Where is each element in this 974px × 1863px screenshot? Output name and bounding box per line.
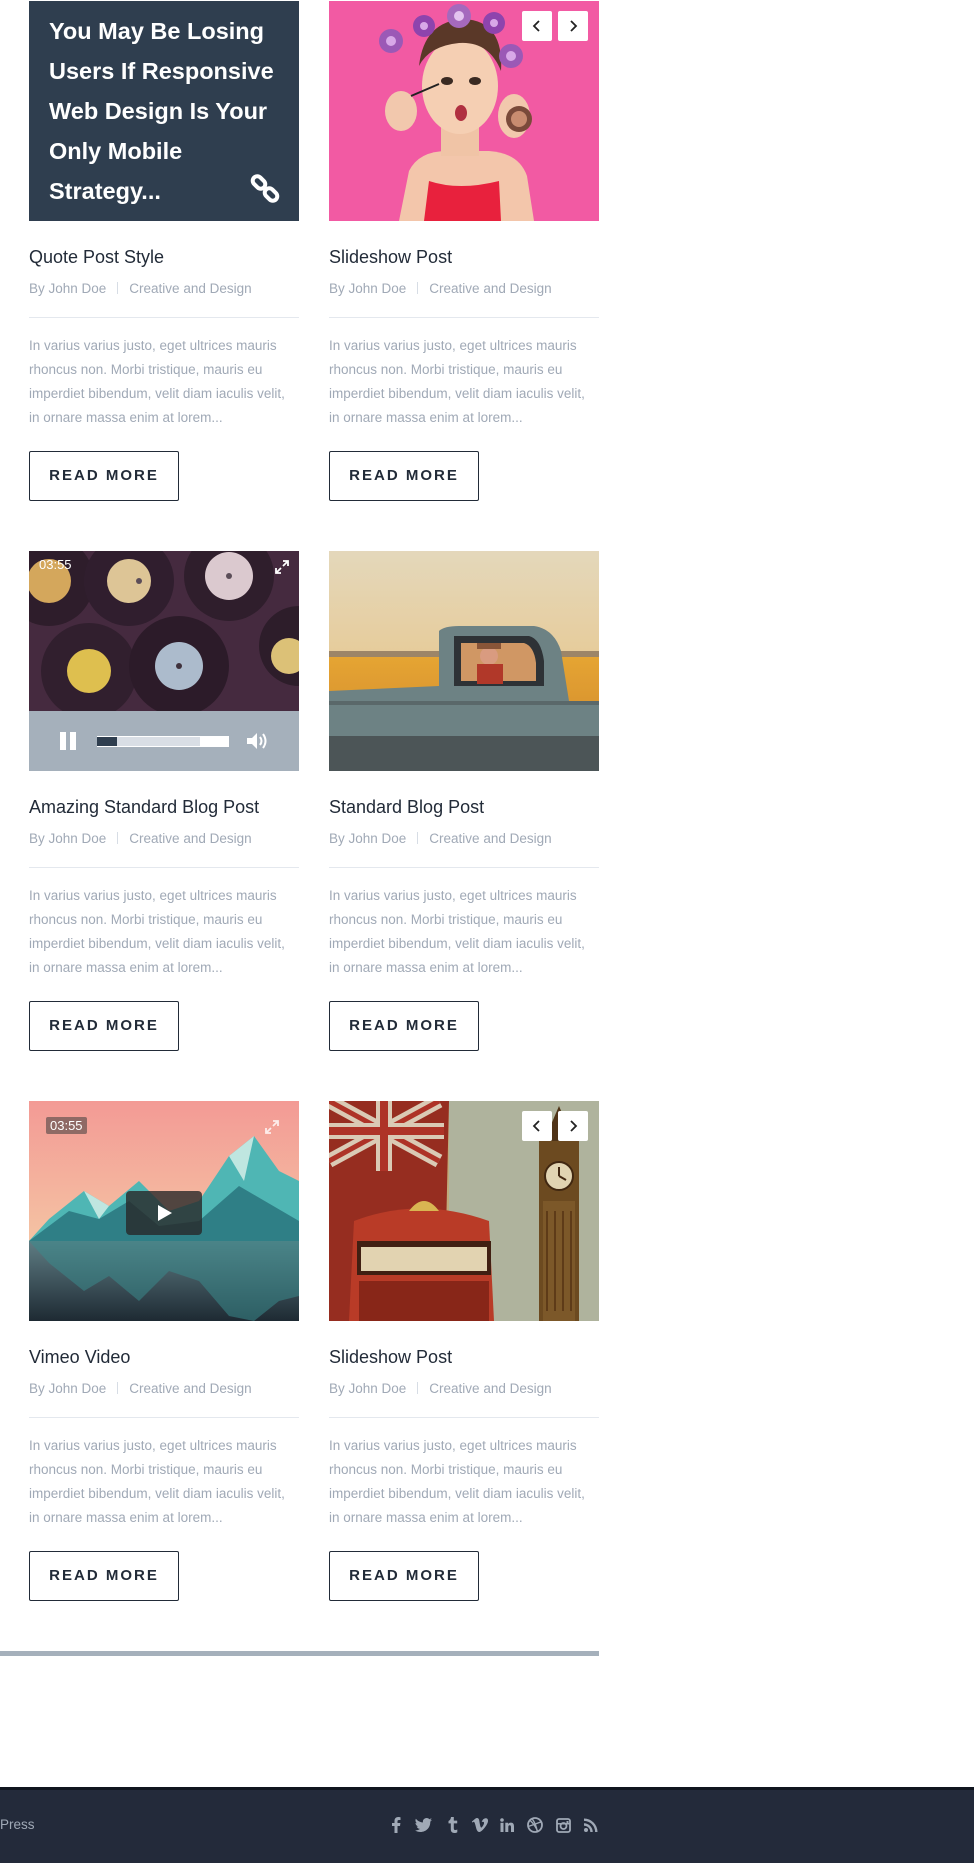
read-more-button[interactable]: READ MORE (329, 451, 479, 501)
read-more-button[interactable]: READ MORE (29, 1551, 179, 1601)
post-title[interactable]: Standard Blog Post (329, 797, 484, 818)
meta-separator (117, 832, 119, 844)
vinyl-records-image (29, 551, 299, 719)
post-title[interactable]: Amazing Standard Blog Post (29, 797, 259, 818)
divider (29, 1417, 299, 1418)
post-video[interactable]: 03:55 (29, 1101, 299, 1321)
divider (329, 317, 599, 318)
post-image-london[interactable] (329, 1101, 599, 1321)
post-category[interactable]: Creative and Design (129, 831, 251, 846)
content-bottom-rule (0, 1651, 599, 1656)
chevron-left-icon (532, 20, 540, 32)
linkedin-icon[interactable] (497, 1815, 517, 1835)
post-meta: By John Doe Creative and Design (329, 281, 552, 296)
read-more-button[interactable]: READ MORE (329, 1551, 479, 1601)
post-author[interactable]: By John Doe (329, 1381, 406, 1396)
post-category[interactable]: Creative and Design (129, 281, 251, 296)
facebook-icon[interactable] (386, 1815, 406, 1835)
twitter-icon[interactable] (413, 1815, 433, 1835)
chevron-right-icon (570, 20, 578, 32)
post-author[interactable]: By John Doe (29, 831, 106, 846)
fullscreen-icon[interactable] (264, 1119, 280, 1135)
progress-bar[interactable] (97, 736, 229, 747)
media-controls (29, 711, 299, 771)
rss-icon[interactable] (581, 1815, 601, 1835)
chevron-right-icon (570, 1120, 578, 1132)
footer-credit[interactable]: Press (0, 1817, 35, 1832)
divider (29, 867, 299, 868)
post-meta: By John Doe Creative and Design (29, 831, 252, 846)
slideshow-prev-button[interactable] (522, 11, 552, 41)
post-meta: By John Doe Creative and Design (29, 1381, 252, 1396)
read-more-button[interactable]: READ MORE (29, 451, 179, 501)
post-meta: By John Doe Creative and Design (329, 1381, 552, 1396)
play-button[interactable] (126, 1191, 202, 1235)
post-title[interactable]: Vimeo Video (29, 1347, 130, 1368)
pause-icon[interactable] (59, 732, 77, 750)
post-excerpt: In varius varius justo, eget ultrices ma… (29, 1438, 285, 1525)
post-category[interactable]: Creative and Design (429, 831, 551, 846)
post-title[interactable]: Slideshow Post (329, 247, 452, 268)
play-icon (158, 1205, 172, 1221)
post-title[interactable]: Slideshow Post (329, 1347, 452, 1368)
tumblr-icon[interactable] (442, 1815, 462, 1835)
vintage-truck-image (329, 551, 599, 771)
read-more-button[interactable]: READ MORE (329, 1001, 479, 1051)
post-meta: By John Doe Creative and Design (29, 281, 252, 296)
video-time: 03:55 (46, 1117, 87, 1134)
post-author[interactable]: By John Doe (329, 831, 406, 846)
slideshow-next-button[interactable] (558, 11, 588, 41)
post-meta: By John Doe Creative and Design (329, 831, 552, 846)
post-image-woman-makeup[interactable] (329, 1, 599, 221)
post-excerpt: In varius varius justo, eget ultrices ma… (329, 338, 585, 425)
meta-separator (117, 1382, 119, 1394)
post-excerpt: In varius varius justo, eget ultrices ma… (29, 338, 285, 425)
vimeo-icon[interactable] (470, 1815, 490, 1835)
quote-media[interactable]: You May Be Losing Users If Responsive We… (29, 1, 299, 221)
post-media-player[interactable]: 03:55 (29, 551, 299, 771)
meta-separator (417, 832, 419, 844)
meta-separator (417, 1382, 419, 1394)
slideshow-next-button[interactable] (558, 1111, 588, 1141)
post-category[interactable]: Creative and Design (429, 1381, 551, 1396)
post-author[interactable]: By John Doe (329, 281, 406, 296)
instagram-icon[interactable] (553, 1815, 573, 1835)
divider (329, 867, 599, 868)
fullscreen-icon[interactable] (274, 559, 290, 575)
post-author[interactable]: By John Doe (29, 281, 106, 296)
divider (29, 317, 299, 318)
site-footer: Press (0, 1787, 974, 1863)
post-category[interactable]: Creative and Design (429, 281, 551, 296)
slideshow-prev-button[interactable] (522, 1111, 552, 1141)
post-category[interactable]: Creative and Design (129, 1381, 251, 1396)
meta-separator (417, 282, 419, 294)
dribbble-icon[interactable] (525, 1815, 545, 1835)
chevron-left-icon (532, 1120, 540, 1132)
post-author[interactable]: By John Doe (29, 1381, 106, 1396)
post-excerpt: In varius varius justo, eget ultrices ma… (329, 888, 585, 975)
post-title[interactable]: Quote Post Style (29, 247, 164, 268)
post-excerpt: In varius varius justo, eget ultrices ma… (329, 1438, 585, 1525)
divider (329, 1417, 599, 1418)
video-time: 03:55 (39, 557, 72, 572)
post-image-vintage-truck[interactable] (329, 551, 599, 771)
progress-played (97, 737, 117, 746)
footer-top-border (0, 1787, 974, 1790)
post-excerpt: In varius varius justo, eget ultrices ma… (29, 888, 285, 975)
meta-separator (117, 282, 119, 294)
read-more-button[interactable]: READ MORE (29, 1001, 179, 1051)
volume-icon[interactable] (246, 731, 270, 751)
link-icon[interactable] (249, 173, 281, 205)
